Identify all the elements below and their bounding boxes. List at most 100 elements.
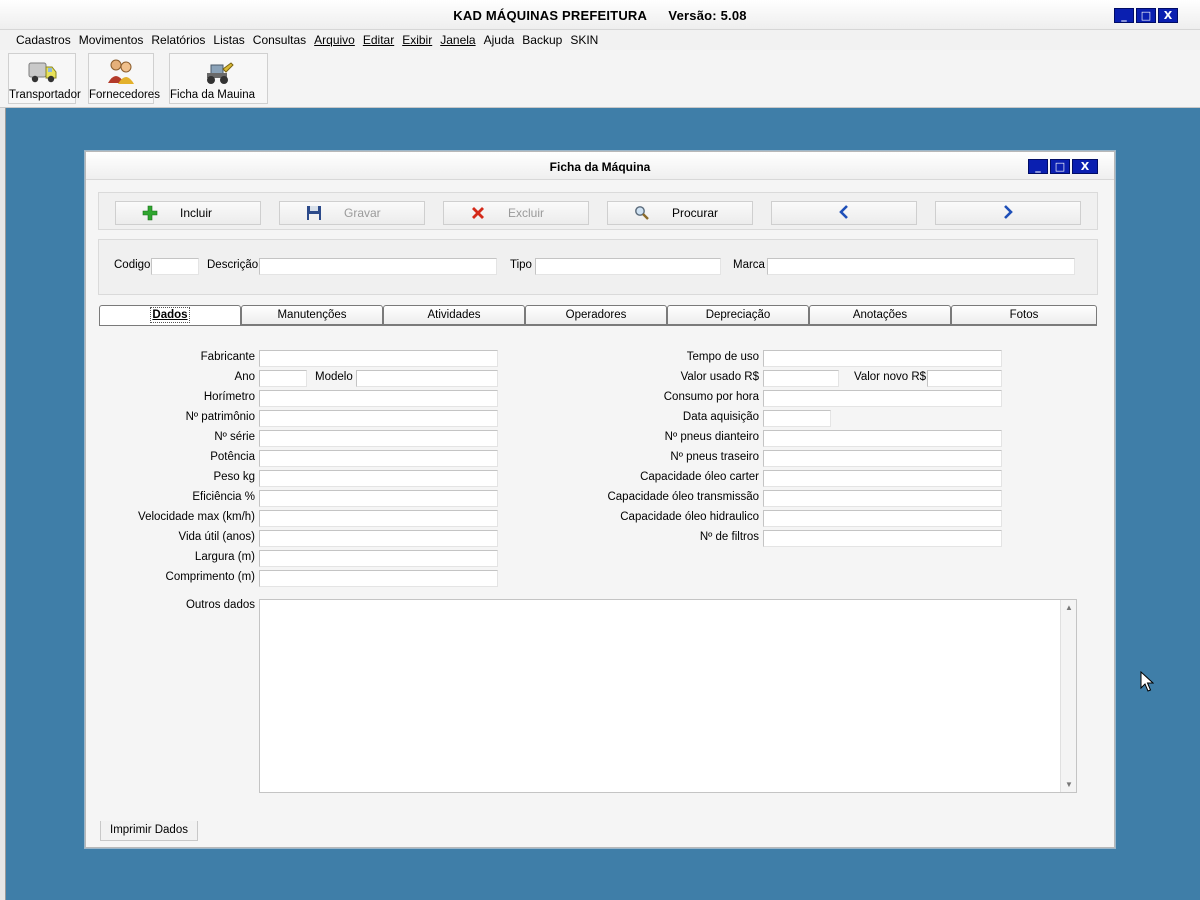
serie-input[interactable] — [259, 430, 498, 447]
velocidade-label: Velocidade max (km/h) — [138, 511, 255, 523]
tab-operadores[interactable]: Operadores — [525, 305, 667, 325]
tab-depreciacao[interactable]: Depreciação — [667, 305, 809, 325]
tempo-uso-input[interactable] — [763, 350, 1002, 367]
patrimonio-input[interactable] — [259, 410, 498, 427]
pneus-traseiro-input[interactable] — [763, 450, 1002, 467]
vida-util-input[interactable] — [259, 530, 498, 547]
tipo-label: Tipo — [510, 259, 532, 271]
scroll-up-icon[interactable]: ▲ — [1061, 603, 1077, 612]
ano-label: Ano — [234, 371, 255, 383]
menu-relatorios[interactable]: Relatórios — [147, 30, 209, 50]
close-button[interactable]: X — [1158, 8, 1178, 23]
consumo-input[interactable] — [763, 390, 1002, 407]
excluir-button[interactable]: Excluir — [443, 201, 589, 225]
data-aquisicao-input[interactable] — [763, 410, 831, 427]
oleo-hidraulico-input[interactable] — [763, 510, 1002, 527]
largura-input[interactable] — [259, 550, 498, 567]
oleo-transmissao-input[interactable] — [763, 490, 1002, 507]
menu-janela[interactable]: Janela — [436, 30, 479, 50]
dados-tab-page: Fabricante Ano Modelo Horímetro Nº patri… — [99, 325, 1097, 813]
menu-backup[interactable]: Backup — [518, 30, 566, 50]
mouse-cursor-icon — [1140, 671, 1154, 692]
menu-bar: Cadastros Movimentos Relatórios Listas C… — [0, 30, 1200, 50]
scroll-down-icon[interactable]: ▼ — [1061, 780, 1077, 789]
consumo-label: Consumo por hora — [663, 391, 759, 403]
menu-consultas[interactable]: Consultas — [249, 30, 310, 50]
imprimir-dados-tab[interactable]: Imprimir Dados — [100, 821, 198, 841]
oleo-carter-input[interactable] — [763, 470, 1002, 487]
valor-usado-input[interactable] — [763, 370, 839, 387]
incluir-button[interactable]: Incluir — [115, 201, 261, 225]
menu-movimentos[interactable]: Movimentos — [75, 30, 148, 50]
tab-fotos[interactable]: Fotos — [951, 305, 1097, 325]
horimetro-input[interactable] — [259, 390, 498, 407]
patrimonio-label: Nº patrimônio — [185, 411, 255, 423]
velocidade-input[interactable] — [259, 510, 498, 527]
fornecedores-button[interactable]: Fornecedores — [88, 53, 160, 104]
memo-scrollbar[interactable]: ▲ ▼ — [1060, 600, 1076, 792]
child-minimize-button[interactable]: _ — [1028, 159, 1048, 174]
menu-editar[interactable]: Editar — [359, 30, 398, 50]
data-aquisicao-label: Data aquisição — [682, 411, 759, 423]
pneus-dianteiro-label: Nº pneus dianteiro — [664, 431, 759, 443]
tab-manutencoes[interactable]: Manutenções — [241, 305, 383, 325]
eficiencia-input[interactable] — [259, 490, 498, 507]
tab-atividades[interactable]: Atividades — [383, 305, 525, 325]
minimize-button[interactable]: _ — [1114, 8, 1134, 23]
modelo-label: Modelo — [315, 371, 353, 383]
previous-record-button[interactable] — [771, 201, 917, 225]
app-version: Versão: 5.08 — [668, 8, 747, 23]
ano-input[interactable] — [259, 370, 307, 387]
modelo-input[interactable] — [356, 370, 498, 387]
save-icon — [306, 205, 322, 221]
child-maximize-button[interactable]: □ — [1050, 159, 1070, 174]
transportador-button[interactable]: Transportador — [8, 53, 81, 104]
valor-novo-input[interactable] — [927, 370, 1002, 387]
largura-label: Largura (m) — [194, 551, 255, 563]
action-panel: Incluir Gravar Excluir Procurar — [98, 192, 1098, 230]
tipo-input[interactable] — [535, 258, 721, 275]
tab-dados[interactable]: Dados — [99, 305, 241, 326]
valor-usado-label: Valor usado R$ — [680, 371, 759, 383]
people-icon — [108, 59, 134, 84]
descricao-input[interactable] — [259, 258, 497, 275]
gravar-button[interactable]: Gravar — [279, 201, 425, 225]
maximize-button[interactable]: □ — [1136, 8, 1156, 23]
menu-cadastros[interactable]: Cadastros — [12, 30, 75, 50]
app-title: KAD MÁQUINAS PREFEITURA — [453, 8, 647, 23]
procurar-button[interactable]: Procurar — [607, 201, 753, 225]
tractor-icon — [206, 62, 234, 84]
child-title: Ficha da Máquina — [549, 160, 651, 174]
filtros-input[interactable] — [763, 530, 1002, 547]
tab-atividades-label: Atividades — [427, 309, 481, 321]
pneus-dianteiro-input[interactable] — [763, 430, 1002, 447]
app-title-text: KAD MÁQUINAS PREFEITURA Versão: 5.08 — [0, 8, 1200, 23]
tab-depreciacao-label: Depreciação — [705, 309, 771, 321]
oleo-transmissao-label: Capacidade óleo transmissão — [607, 491, 759, 503]
comprimento-input[interactable] — [259, 570, 498, 587]
marca-input[interactable] — [767, 258, 1075, 275]
next-record-button[interactable] — [935, 201, 1081, 225]
vida-util-label: Vida útil (anos) — [178, 531, 256, 543]
menu-ajuda[interactable]: Ajuda — [480, 30, 519, 50]
plus-icon — [142, 205, 158, 221]
peso-input[interactable] — [259, 470, 498, 487]
child-close-button[interactable]: X — [1072, 159, 1098, 174]
menu-skin[interactable]: SKIN — [566, 30, 602, 50]
menu-arquivo[interactable]: Arquivo — [310, 30, 359, 50]
comprimento-label: Comprimento (m) — [165, 571, 255, 583]
tab-anotacoes-label: Anotações — [852, 309, 908, 321]
tab-anotacoes[interactable]: Anotações — [809, 305, 951, 325]
fabricante-input[interactable] — [259, 350, 498, 367]
arrow-left-icon — [836, 205, 852, 221]
codigo-label: Codigo — [114, 259, 151, 271]
incluir-label: Incluir — [180, 206, 213, 220]
menu-listas[interactable]: Listas — [209, 30, 248, 50]
outros-dados-textarea[interactable]: ▲ ▼ — [259, 599, 1077, 793]
ficha-maquina-button[interactable]: Ficha da Mauina — [169, 53, 268, 104]
descricao-label: Descrição — [207, 259, 259, 271]
potencia-input[interactable] — [259, 450, 498, 467]
header-fields-panel: Codigo Descrição Tipo Marca — [98, 239, 1098, 295]
menu-exibir[interactable]: Exibir — [398, 30, 436, 50]
codigo-input[interactable] — [151, 258, 199, 275]
